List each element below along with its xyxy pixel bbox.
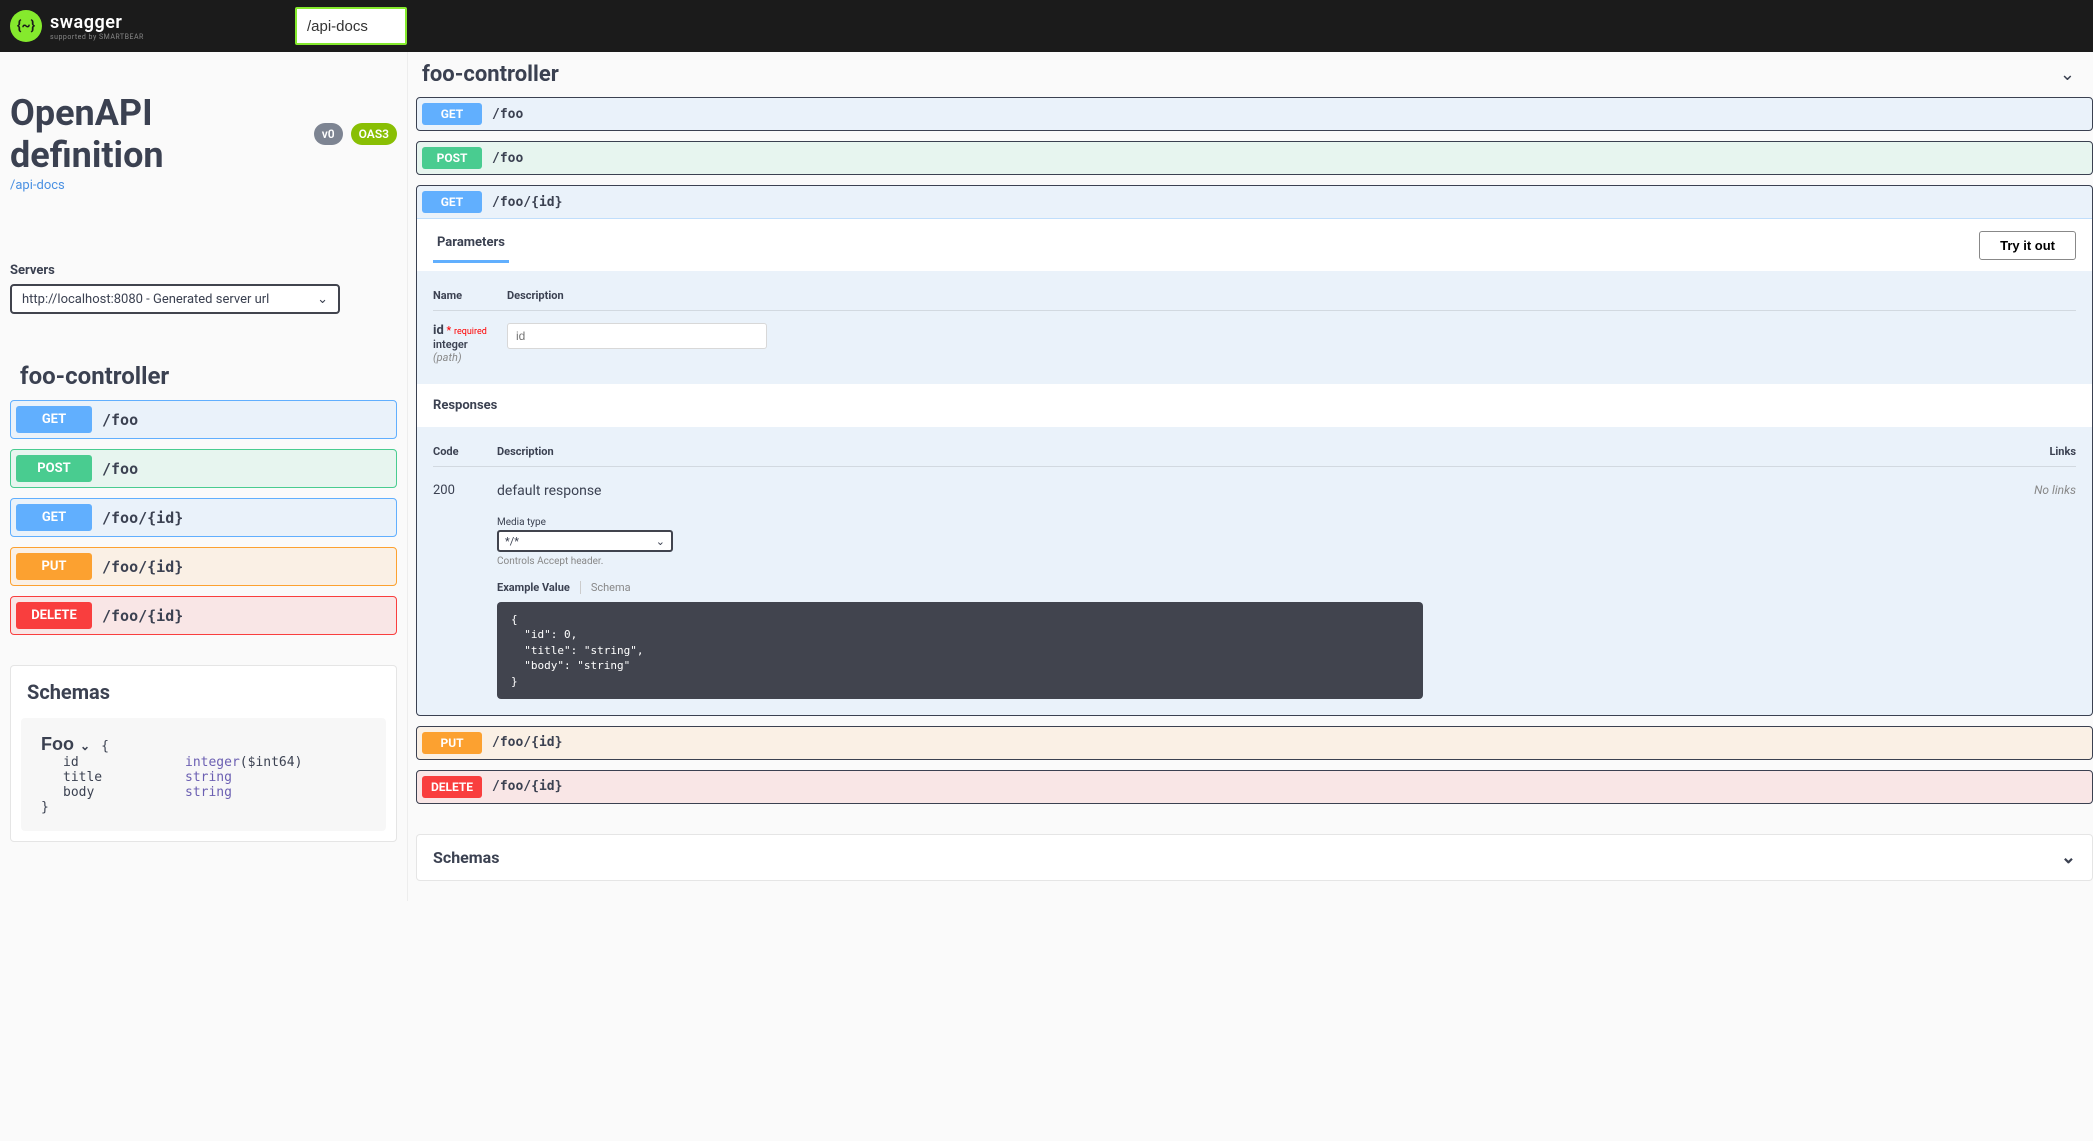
method-tag: PUT [16, 553, 92, 580]
op-header[interactable]: GET/foo [417, 98, 2092, 130]
resp-description: default response [497, 483, 2016, 499]
op-header[interactable]: DELETE/foo/{id} [417, 771, 2092, 803]
op-path: /foo/{id} [102, 558, 183, 576]
op-path: /foo [492, 107, 523, 122]
schemas-header-left[interactable]: Schemas [11, 666, 396, 718]
param-meta: id * requiredinteger(path) [433, 323, 507, 364]
method-tag: PUT [422, 732, 482, 754]
brand-subtext: supported by SMARTBEAR [50, 33, 144, 41]
op-block-delete[interactable]: DELETE/foo/{id} [10, 596, 397, 635]
op-path: /foo [492, 151, 523, 166]
op-block-get: GET/foo [416, 97, 2093, 131]
swagger-icon: {~} [10, 10, 42, 42]
resp-code: 200 [433, 483, 497, 699]
schema-name[interactable]: Foo⌄ [41, 734, 101, 754]
media-type-select[interactable]: */*⌄ [497, 530, 673, 552]
op-block-delete: DELETE/foo/{id} [416, 770, 2093, 804]
schemas-block-left: Schemas Foo⌄ { idinteger($int64)titlestr… [10, 665, 397, 842]
resp-header-code: Code [433, 445, 497, 458]
op-path: /foo [102, 411, 138, 429]
param-header-desc: Description [507, 289, 564, 302]
chevron-down-icon: ⌄ [2061, 847, 2076, 868]
tab-example-value[interactable]: Example Value [497, 581, 570, 594]
method-tag: DELETE [422, 776, 482, 798]
api-url-input[interactable] [295, 7, 407, 45]
api-title: OpenAPI definition [10, 92, 306, 176]
logo[interactable]: {~} swagger supported by SMARTBEAR [10, 10, 144, 42]
param-input-id[interactable] [507, 323, 767, 349]
method-tag: GET [422, 191, 482, 213]
op-path: /foo [102, 460, 138, 478]
schemas-block-right[interactable]: Schemas ⌄ [416, 834, 2093, 881]
example-code-block[interactable]: { "id": 0, "title": "string", "body": "s… [497, 602, 1423, 699]
server-selected-value: http://localhost:8080 - Generated server… [22, 292, 269, 307]
resp-header-desc: Description [497, 445, 2016, 458]
method-tag: POST [422, 147, 482, 169]
controller-title-right: foo-controller [422, 62, 559, 87]
chevron-down-icon: ⌄ [80, 739, 90, 753]
version-badge: v0 [314, 123, 343, 145]
oas-badge: OAS3 [351, 123, 397, 145]
op-block-post[interactable]: POST/foo [10, 449, 397, 488]
method-tag: POST [16, 455, 92, 482]
schema-property: idinteger($int64) [41, 755, 366, 770]
op-expanded-body: ParametersTry it outNameDescriptionid * … [417, 218, 2092, 715]
op-path: /foo/{id} [492, 195, 562, 210]
method-tag: DELETE [16, 602, 92, 629]
responses-title: Responses [417, 384, 2092, 427]
resp-header-links: Links [2016, 445, 2076, 458]
server-select[interactable]: http://localhost:8080 - Generated server… [10, 284, 340, 314]
brand-text: swagger [50, 12, 144, 33]
tab-parameters[interactable]: Parameters [433, 227, 509, 263]
chevron-down-icon: ⌄ [317, 292, 328, 307]
op-path: /foo/{id} [102, 607, 183, 625]
servers-label: Servers [10, 263, 397, 278]
schema-property: titlestring [41, 770, 366, 785]
op-block-post: POST/foo [416, 141, 2093, 175]
try-it-out-button[interactable]: Try it out [1979, 231, 2076, 260]
accept-note: Controls Accept header. [497, 556, 2016, 567]
controller-title-left[interactable]: foo-controller [20, 362, 397, 390]
op-path: /foo/{id} [492, 735, 562, 750]
api-docs-link[interactable]: /api-docs [10, 178, 397, 193]
op-header[interactable]: PUT/foo/{id} [417, 727, 2092, 759]
op-path: /foo/{id} [492, 779, 562, 794]
op-header[interactable]: GET/foo/{id} [417, 186, 2092, 218]
topbar: {~} swagger supported by SMARTBEAR [0, 0, 2093, 52]
method-tag: GET [16, 406, 92, 433]
schema-property: bodystring [41, 785, 366, 800]
chevron-down-icon: ⌄ [2060, 64, 2075, 85]
op-block-put[interactable]: PUT/foo/{id} [10, 547, 397, 586]
op-block-get[interactable]: GET/foo [10, 400, 397, 439]
op-block-get[interactable]: GET/foo/{id} [10, 498, 397, 537]
api-title-row: OpenAPI definition v0 OAS3 [10, 92, 397, 176]
schemas-title-right: Schemas [433, 848, 499, 867]
op-header[interactable]: POST/foo [417, 142, 2092, 174]
media-type-label: Media type [497, 517, 2016, 528]
left-pane: OpenAPI definition v0 OAS3 /api-docs Ser… [0, 52, 407, 901]
right-pane: foo-controller ⌄ GET/fooPOST/fooGET/foo/… [407, 52, 2093, 901]
resp-no-links: No links [2016, 483, 2076, 699]
param-header-name: Name [433, 289, 507, 302]
chevron-down-icon: ⌄ [656, 535, 665, 548]
tab-schema[interactable]: Schema [580, 581, 631, 594]
schema-body: Foo⌄ { idinteger($int64)titlestringbodys… [21, 718, 386, 831]
method-tag: GET [16, 504, 92, 531]
controller-header-right[interactable]: foo-controller ⌄ [416, 52, 2093, 97]
method-tag: GET [422, 103, 482, 125]
op-block-put: PUT/foo/{id} [416, 726, 2093, 760]
op-block-get: GET/foo/{id}ParametersTry it outNameDesc… [416, 185, 2093, 716]
op-path: /foo/{id} [102, 509, 183, 527]
